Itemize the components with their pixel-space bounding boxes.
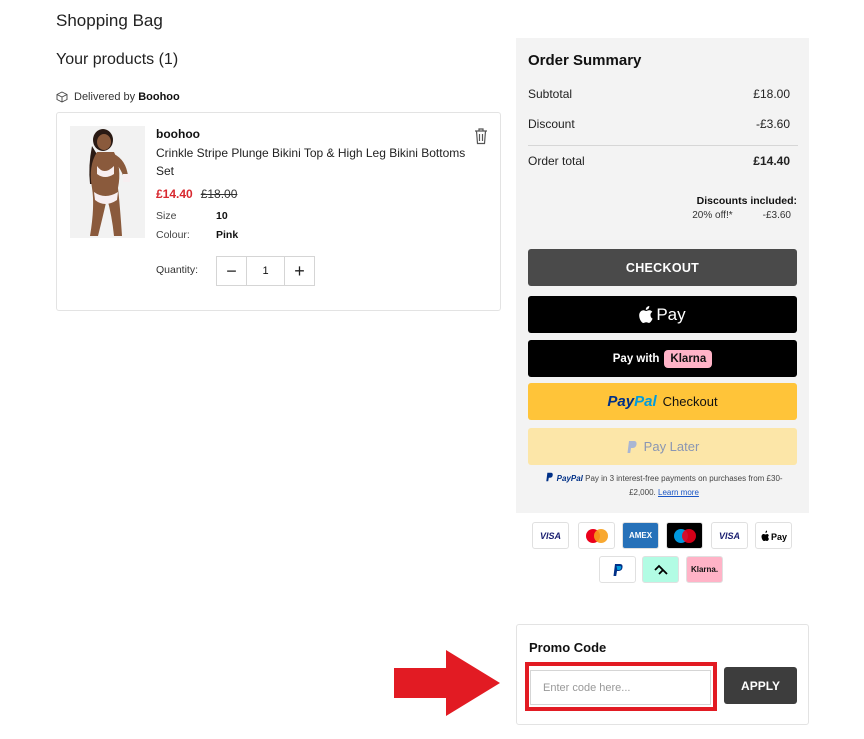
quantity-label: Quantity: [156, 264, 199, 276]
paypal-p-icon [546, 472, 554, 482]
subtotal-label: Subtotal [528, 87, 573, 101]
apple-pay-label: Pay [656, 304, 686, 324]
subtotal-row: Subtotal £18.00 [528, 87, 790, 101]
apple-pay-icon: Pay [755, 522, 792, 549]
clearpay-icon [642, 556, 679, 583]
paypal-pay-later-button[interactable]: Pay Later [528, 428, 797, 465]
page-title: Shopping Bag [56, 11, 163, 30]
paypal-p-icon [627, 440, 637, 453]
promo-code-section: Promo Code APPLY [516, 624, 809, 725]
paypal-icon [599, 556, 636, 583]
product-brand: boohoo [156, 127, 200, 141]
total-label: Order total [528, 154, 585, 168]
discount-row: Discount -£3.60 [528, 117, 790, 131]
discount-label: Discount [528, 117, 575, 131]
total-row: Order total £14.40 [528, 154, 790, 168]
total-value: £14.40 [753, 154, 790, 168]
size-value: 10 [216, 210, 228, 222]
delivered-by: Delivered by Boohoo [56, 91, 180, 103]
checkout-button[interactable]: CHECKOUT [528, 249, 797, 286]
apple-pay-button[interactable]: Pay [528, 296, 797, 333]
price-was: £18.00 [200, 187, 238, 201]
quantity-decrease-button[interactable]: − [217, 257, 246, 285]
product-image[interactable] [70, 126, 145, 238]
pay-later-label: Pay Later [643, 439, 700, 454]
amex-icon: AMEX [622, 522, 659, 549]
apple-icon [639, 306, 653, 323]
discount-value: -£3.60 [755, 117, 790, 131]
trash-icon[interactable] [473, 127, 489, 145]
visa-icon: VISA [532, 522, 569, 549]
price-row: £14.40 £18.00 [156, 187, 237, 201]
delivered-seller: Boohoo [138, 91, 180, 103]
klarna-badge: Klarna [664, 349, 713, 368]
delivered-prefix: Delivered by [74, 91, 136, 103]
discount-detail-label: 20% off!* [692, 210, 733, 221]
maestro-icon [666, 522, 703, 549]
klarna-button[interactable]: Pay with Klarna [528, 340, 797, 377]
svg-text:Pay: Pay [771, 532, 787, 542]
apply-button[interactable]: APPLY [724, 667, 797, 704]
learn-more-link[interactable]: Learn more [658, 488, 699, 497]
paypal-checkout-button[interactable]: PayPal Checkout [528, 383, 797, 420]
paypal-logo: PayPal [607, 393, 657, 410]
colour-value: Pink [216, 229, 239, 241]
visa-electron-icon: VISA [711, 522, 748, 549]
paypal-note-brand: PayPal [556, 474, 583, 483]
klarna-icon: Klarna. [686, 556, 723, 583]
box-icon [56, 91, 68, 103]
discount-detail: 20% off!* -£3.60 [692, 210, 791, 221]
discounts-included-label: Discounts included: [696, 195, 797, 207]
paypal-checkout-label: Checkout [662, 394, 718, 409]
summary-divider [528, 145, 798, 146]
mastercard-icon [578, 522, 615, 549]
highlight-box [525, 662, 717, 711]
discount-detail-value: -£3.60 [762, 210, 791, 221]
promo-title: Promo Code [529, 640, 607, 655]
product-name[interactable]: Crinkle Stripe Plunge Bikini Top & High … [156, 144, 486, 180]
subtotal-value: £18.00 [753, 87, 790, 101]
paypal-installments-note: PayPal Pay in 3 interest-free payments o… [544, 472, 784, 500]
summary-title: Order Summary [528, 52, 642, 69]
red-arrow-icon [394, 650, 500, 716]
size-label: Size [156, 210, 177, 222]
order-summary: Order Summary Subtotal £18.00 Discount -… [516, 38, 809, 513]
colour-label: Colour: [156, 229, 190, 241]
quantity-increase-button[interactable]: + [285, 257, 314, 285]
price-now: £14.40 [156, 187, 193, 201]
quantity-value[interactable]: 1 [246, 257, 285, 285]
quantity-stepper: − 1 + [216, 256, 315, 286]
product-card: boohoo Crinkle Stripe Plunge Bikini Top … [56, 112, 501, 311]
products-heading: Your products (1) [56, 51, 179, 68]
klarna-prefix: Pay with [612, 352, 660, 365]
